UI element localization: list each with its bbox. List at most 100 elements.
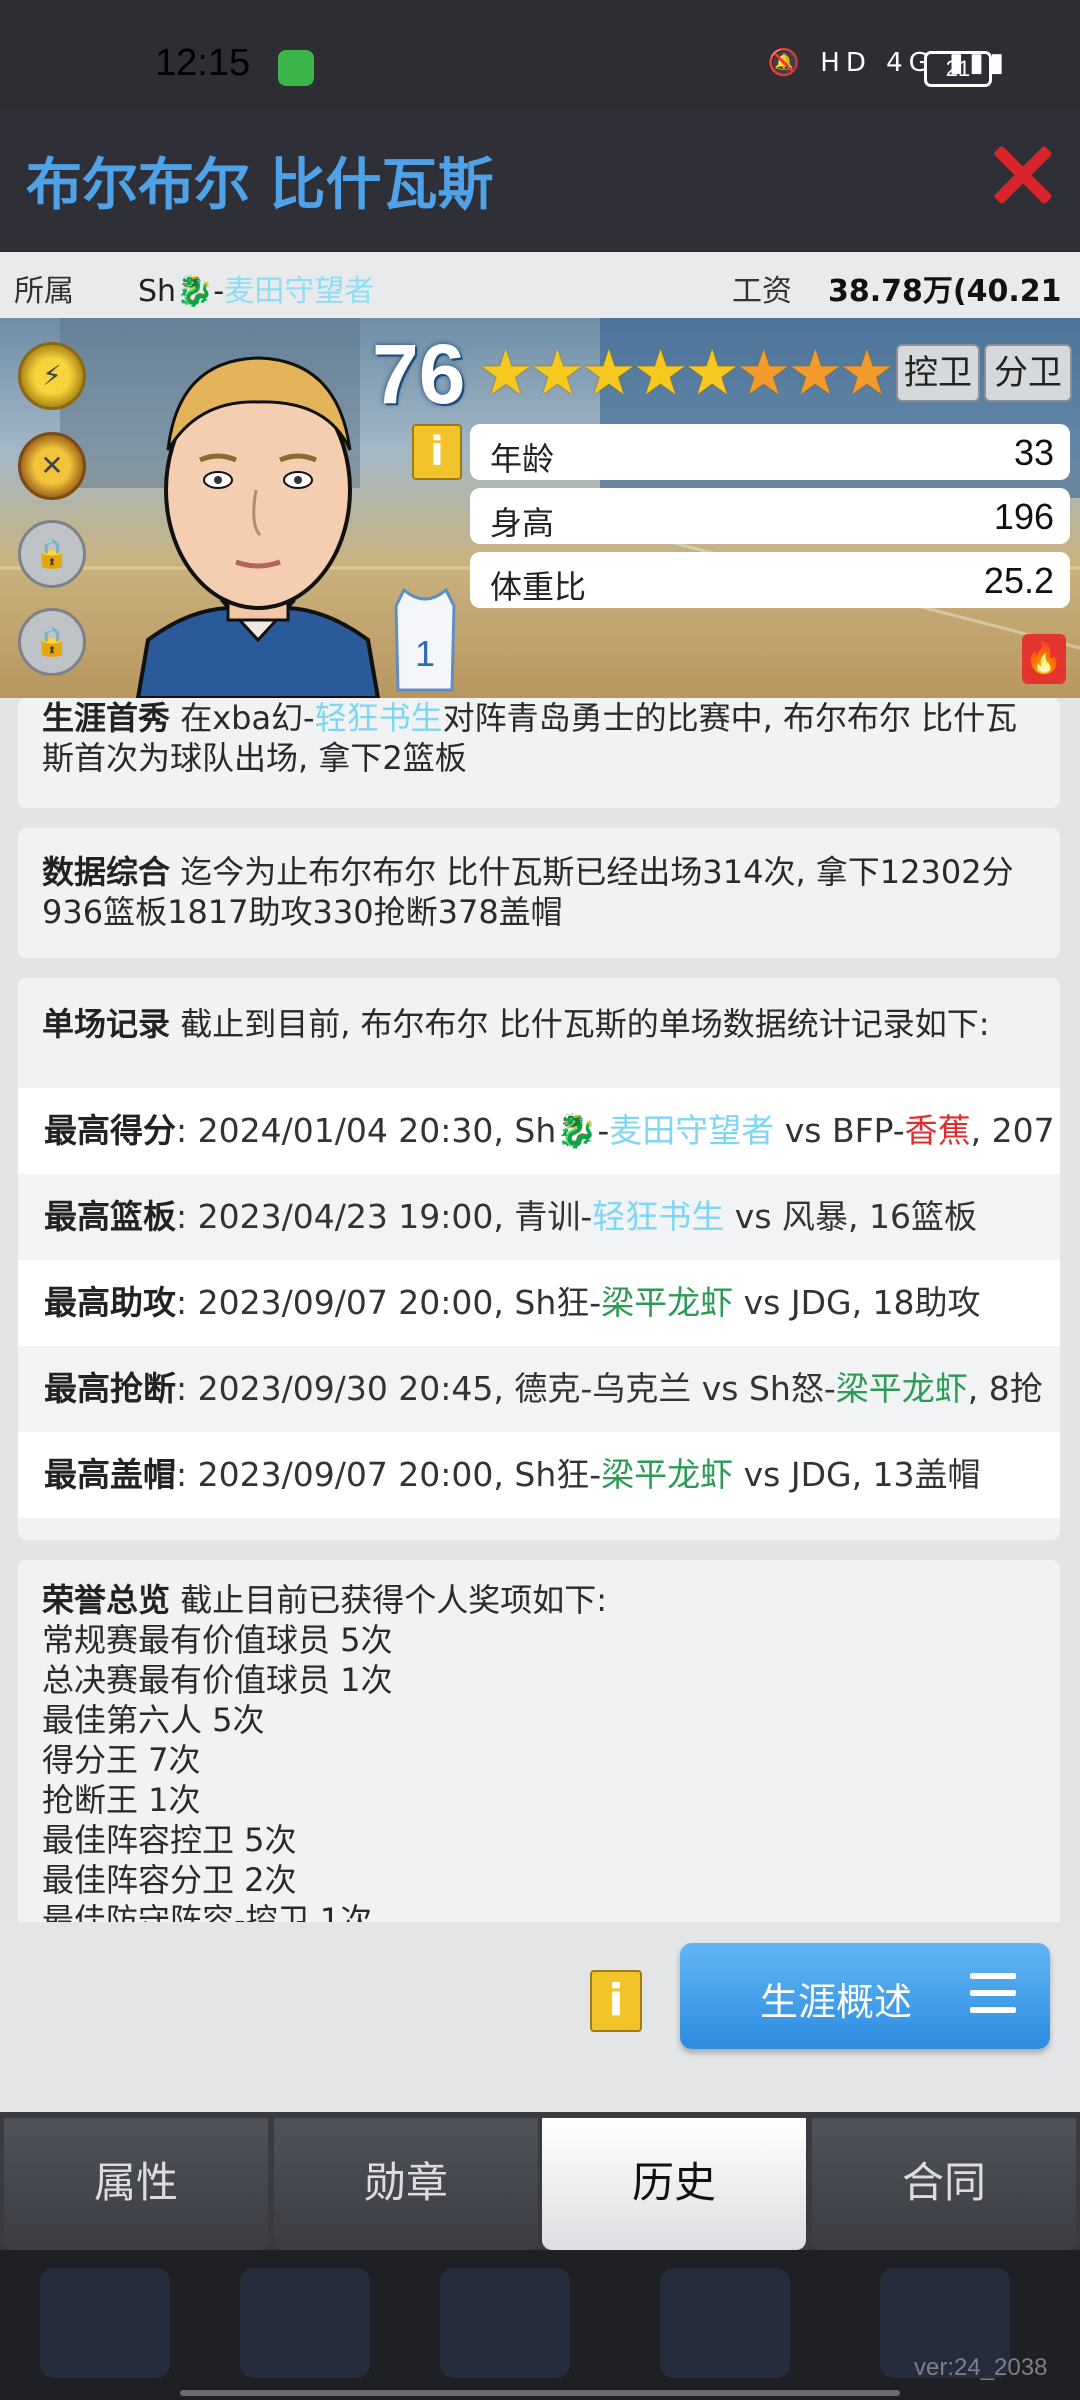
tab-history[interactable]: 历史	[542, 2118, 806, 2250]
honors-intro-text: 截止目前已获得个人奖项如下:	[170, 1581, 607, 1619]
tab-attributes[interactable]: 属性	[4, 2118, 268, 2250]
team-link[interactable]: Sh🐉-麦田守望者	[138, 266, 374, 310]
record-label: 最高助攻	[44, 1283, 176, 1322]
record-text: : 2023/04/23 19:00, 青训-	[176, 1197, 593, 1236]
honors-panel: 荣誉总览 截止目前已获得个人奖项如下: 常规赛最有价值球员 5次 总决赛最有价值…	[18, 1560, 1060, 1922]
player-name-title: 布尔布尔 比什瓦斯	[26, 153, 494, 218]
close-icon[interactable]	[990, 143, 1052, 205]
record-team-link[interactable]: 梁平龙虾	[601, 1283, 733, 1322]
star-rating: ★★★★★★★★	[478, 336, 895, 409]
status-time: 12:15	[155, 42, 251, 84]
lock-icon[interactable]: 🔒	[18, 520, 86, 588]
stars-gold: ★★★★★	[478, 336, 740, 409]
record-label: 最高抢断	[44, 1369, 176, 1408]
stat-label: 身高	[490, 504, 555, 542]
dock-item[interactable]	[660, 2268, 790, 2378]
record-text: : 2024/01/04 20:30, Sh🐉-	[176, 1111, 610, 1150]
record-text: : 2023/09/30 20:45, 德克-乌克兰 vs Sh怒-	[176, 1369, 836, 1408]
record-text: vs JDG, 18助攻	[733, 1283, 981, 1322]
record-row-assists: 最高助攻: 2023/09/07 20:00, Sh狂-梁平龙虾 vs JDG,…	[18, 1260, 1060, 1346]
record-text: vs 风暴, 16篮板	[724, 1197, 977, 1236]
record-team-link[interactable]: 香蕉	[905, 1111, 971, 1150]
record-team-link[interactable]: 轻狂书生	[592, 1197, 724, 1236]
gesture-nav-bar[interactable]	[180, 2390, 900, 2396]
dock-item[interactable]	[240, 2268, 370, 2378]
honor-item: 最佳第六人 5次	[42, 1701, 265, 1739]
position-tag-sg: 分卫	[984, 344, 1072, 402]
stat-value: 25.2	[983, 560, 1054, 601]
records-intro: 单场记录 截止到目前, 布尔布尔 比什瓦斯的单场数据统计记录如下:	[42, 1004, 990, 1044]
summary-line2: 936篮板1817助攻330抢断378盖帽	[42, 893, 563, 931]
honor-item: 最佳阵容分卫 2次	[42, 1861, 297, 1899]
career-overview-label: 生涯概述	[760, 1980, 913, 2024]
honor-item: 最佳阵容控卫 5次	[42, 1821, 297, 1859]
record-text: : 2023/09/07 20:00, Sh狂-	[176, 1455, 602, 1494]
shield-badge-icon[interactable]: ✕	[18, 432, 86, 500]
dock-item[interactable]	[440, 2268, 570, 2378]
career-debut-panel: 生涯首秀 在xba幻-轻狂书生对阵青岛勇士的比赛中, 布尔布尔 比什瓦 斯首次为…	[18, 698, 1060, 808]
version-label: ver:24_2038	[914, 2354, 1048, 2381]
record-row-steals: 最高抢断: 2023/09/30 20:45, 德克-乌克兰 vs Sh怒-梁平…	[18, 1346, 1060, 1494]
honors-intro: 荣誉总览 截止目前已获得个人奖项如下:	[42, 1580, 607, 1620]
stat-label: 体重比	[490, 568, 587, 606]
history-content[interactable]: 生涯首秀 在xba幻-轻狂书生对阵青岛勇士的比赛中, 布尔布尔 比什瓦 斯首次为…	[0, 698, 1080, 1922]
position-tag-pg: 控卫	[896, 344, 980, 402]
career-text: 对阵青岛勇士的比赛中, 布尔布尔 比什瓦	[442, 699, 1018, 737]
record-text: vs JDG, 13盖帽	[733, 1455, 981, 1494]
honor-item: 最佳防守阵容-控卫 1次	[42, 1901, 373, 1922]
stat-value: 196	[993, 496, 1054, 537]
career-debut-line2: 斯首次为球队出场, 拿下2篮板	[42, 739, 467, 777]
summary-heading: 数据综合	[42, 853, 171, 891]
record-row-points: 最高得分: 2024/01/04 20:30, Sh🐉-麦田守望者 vs BFP…	[18, 1088, 1060, 1236]
menu-icon	[970, 1973, 1016, 2017]
records-intro-text: 截止到目前, 布尔布尔 比什瓦斯的单场数据统计记录如下:	[170, 1005, 990, 1043]
team-prefix: Sh🐉-	[138, 274, 225, 309]
record-label: 最高得分	[44, 1111, 176, 1150]
jersey-icon: 1	[394, 587, 456, 692]
stars-orange: ★★★	[735, 336, 895, 409]
team-name: 麦田守望者	[224, 274, 375, 309]
stat-row-weight-ratio: 体重比 25.2	[470, 552, 1070, 608]
player-rating: 76	[372, 327, 466, 421]
tab-contract[interactable]: 合同	[812, 2118, 1076, 2250]
career-overview-button[interactable]: 生涯概述	[680, 1943, 1050, 2049]
info-icon[interactable]: i	[590, 1970, 642, 2032]
salary-label: 工资	[732, 274, 792, 309]
record-text: : 2023/09/07 20:00, Sh狂-	[176, 1283, 602, 1322]
stat-label: 年龄	[490, 440, 555, 478]
record-label: 最高盖帽	[44, 1455, 176, 1494]
honor-item: 常规赛最有价值球员 5次	[42, 1621, 393, 1659]
record-text: vs BFP-	[774, 1111, 905, 1150]
jersey-number: 1	[415, 633, 435, 674]
stat-row-height: 身高 196	[470, 488, 1070, 544]
record-row-blocks: 最高盖帽: 2023/09/07 20:00, Sh狂-梁平龙虾 vs JDG,…	[18, 1432, 1060, 1518]
record-row-rebounds: 最高篮板: 2023/04/23 19:00, 青训-轻狂书生 vs 风暴, 1…	[18, 1174, 1060, 1260]
record-team-link[interactable]: 梁平龙虾	[601, 1455, 733, 1494]
battery-icon: 21	[924, 51, 992, 87]
career-team-link[interactable]: 轻狂书生	[315, 699, 443, 737]
summary-line1: 数据综合 迄今为止布尔布尔 比什瓦斯已经出场314次, 拿下12302分	[42, 852, 1014, 892]
summary-text: 迄今为止布尔布尔 比什瓦斯已经出场314次, 拿下12302分	[170, 853, 1014, 891]
info-icon[interactable]: i	[412, 424, 462, 480]
stats-summary-panel: 数据综合 迄今为止布尔布尔 比什瓦斯已经出场314次, 拿下12302分 936…	[18, 828, 1060, 958]
record-label: 最高篮板	[44, 1197, 176, 1236]
record-team-link[interactable]: 麦田守望者	[609, 1111, 774, 1150]
single-game-records-panel: 单场记录 截止到目前, 布尔布尔 比什瓦斯的单场数据统计记录如下: 最高得分: …	[18, 978, 1060, 1540]
career-text: 在xba幻-	[170, 699, 315, 737]
honors-heading: 荣誉总览	[42, 1581, 171, 1619]
lightning-badge-icon[interactable]: ⚡	[18, 342, 86, 410]
player-avatar	[135, 356, 381, 698]
honor-item: 抢断王 1次	[42, 1781, 201, 1819]
record-team-link[interactable]: 梁平龙虾	[836, 1369, 968, 1408]
team-label: 所属	[14, 274, 74, 309]
stat-value: 33	[1013, 432, 1054, 473]
lock-icon[interactable]: 🔒	[18, 608, 86, 676]
fire-icon[interactable]: 🔥	[1022, 634, 1066, 684]
stat-row-age: 年龄 33	[470, 424, 1070, 480]
dock-item[interactable]	[40, 2268, 170, 2378]
message-notification-icon	[278, 50, 314, 86]
tab-badges[interactable]: 勋章	[274, 2118, 538, 2250]
records-heading: 单场记录	[42, 1005, 171, 1043]
honor-item: 得分王 7次	[42, 1741, 201, 1779]
career-heading: 生涯首秀	[42, 699, 171, 737]
